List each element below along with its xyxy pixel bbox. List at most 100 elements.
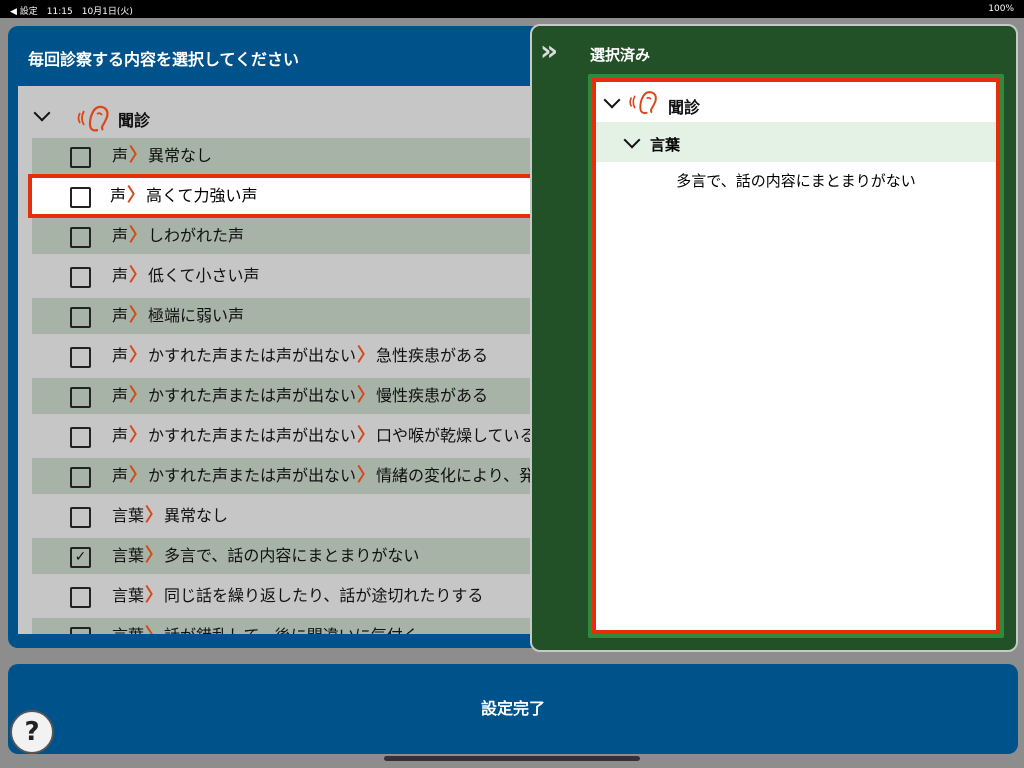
selected-group-header[interactable]: 聞診 [596,82,996,122]
selected-subgroup-header[interactable]: 言葉 [596,122,996,162]
list-item[interactable]: 声〉低くて小さい声 [32,258,570,294]
row-segment: 情緒の変化により、発生 [376,466,552,485]
list-item[interactable]: 声〉かすれた声または声が出ない〉情緒の変化により、発生 [32,458,570,494]
row-segment: かすれた声または声が出ない [148,466,357,485]
row-segment: 声 [110,186,127,205]
list-item[interactable]: ✓ 言葉〉多言で、話の内容にまとまりがない [32,538,570,574]
highlighted-row[interactable]: 声〉高くて力強い声 [28,174,552,218]
status-bar-left: ◀ 設定 11:15 10月1日(火) [10,7,133,17]
checkbox[interactable] [70,227,91,248]
row-label: 言葉〉異常なし [112,506,228,526]
row-label: 声〉異常なし [112,146,212,166]
row-segment: しわがれた声 [148,226,245,245]
row-segment: かすれた声または声が出ない [148,386,357,405]
row-segment: 異常なし [148,146,213,165]
chevron-right-icon: 〉 [129,345,148,366]
row-label: 言葉〉多言で、話の内容にまとまりがない [112,546,419,566]
checkbox[interactable] [70,627,91,634]
row-segment: 高くて力強い声 [146,186,258,205]
row-segment: かすれた声または声が出ない [148,426,357,445]
row-label: 声〉かすれた声または声が出ない〉口や喉が乾燥している [112,426,536,446]
selected-subgroup-title: 言葉 [650,136,681,154]
list-item[interactable]: 言葉〉同じ話を繰り返したり、話が途切れたりする [32,578,570,614]
list-item[interactable]: 声〉かすれた声または声が出ない〉急性疾患がある [32,338,570,374]
row-segment: 言葉 [112,546,145,565]
row-segment: 言葉 [112,626,144,634]
checkbox[interactable] [70,507,91,528]
chevron-right-icon: 〉 [357,465,376,486]
chevron-right-icon: 〉 [129,265,148,286]
chevron-down-icon [623,131,641,149]
checkbox[interactable] [70,467,91,488]
row-segment: 声 [112,426,129,445]
list-item[interactable]: 声〉かすれた声または声が出ない〉口や喉が乾燥している [32,418,570,454]
row-label: 声〉かすれた声または声が出ない〉情緒の変化により、発生 [112,466,551,486]
chevron-right-icon: 〉 [145,505,164,526]
row-label: 言葉〉話が錯乱して、後に間違いに気付く [112,625,419,635]
row-segment: 声 [112,466,129,485]
row-segment: 声 [112,226,129,245]
chevron-right-icon: 〉 [357,385,376,406]
chevron-right-icon: 〉 [357,345,376,366]
options-list[interactable]: 聞診 声〉異常なし声〉高くて力強い声声〉しわがれた声声〉低くて小さい声声〉極端に… [18,86,570,634]
row-segment: 多言で、話の内容にまとまりがない [164,546,420,565]
selected-title: 選択済み [590,46,651,64]
chevron-right-icon: 〉 [145,585,164,606]
list-item[interactable]: 言葉〉話が錯乱して、後に間違いに気付く [32,618,570,634]
list-item[interactable]: 声〉異常なし [32,138,570,174]
group-header-bunshin[interactable]: 聞診 [18,100,570,136]
chevron-right-icon: 〉 [145,545,164,566]
chevron-right-icon: 〉 [145,625,163,635]
row-label: 声〉かすれた声または声が出ない〉慢性疾患がある [112,386,488,406]
done-button[interactable]: 設定完了 [8,664,1018,754]
home-indicator [384,756,640,761]
list-item[interactable]: 声〉かすれた声または声が出ない〉慢性疾患がある [32,378,570,414]
panel-title: 毎回診察する内容を選択してください [28,50,300,69]
list-item[interactable]: 言葉〉異常なし [32,498,570,534]
row-label: 声〉極端に弱い声 [112,306,244,326]
row-segment: 言葉 [112,506,145,525]
list-item[interactable]: 声〉極端に弱い声 [32,298,570,334]
status-bar-battery: 100% [988,4,1014,14]
row-segment: 同じ話を繰り返したり、話が途切れたりする [164,586,484,605]
row-segment: 声 [112,266,129,285]
ear-icon [76,100,110,140]
checkbox-checked[interactable]: ✓ [70,547,91,568]
row-segment: 話が錯乱して、後に間違いに気付く [164,626,419,634]
row-segment: 異常なし [164,506,229,525]
row-segment: 言葉 [112,586,145,605]
row-segment: 声 [112,306,129,325]
chevron-down-icon [603,91,621,109]
chevron-down-icon [33,104,51,122]
checkbox[interactable] [70,427,91,448]
row-segment: 低くて小さい声 [148,266,260,285]
list-item[interactable]: 声〉しわがれた声 [32,218,570,254]
row-label: 声〉かすれた声または声が出ない〉急性疾患がある [112,346,488,366]
row-segment: 声 [112,346,129,365]
checkbox[interactable] [70,347,91,368]
group-title: 聞診 [118,111,151,130]
chevron-right-icon: 〉 [129,385,148,406]
row-label: 声〉低くて小さい声 [112,266,260,286]
chevron-right-icon: 〉 [129,425,148,446]
checkbox[interactable] [70,267,91,288]
row-segment: 声 [112,146,129,165]
double-chevron-right-icon[interactable]: » [540,37,570,66]
checkbox[interactable] [70,587,91,608]
checkbox[interactable] [70,187,91,208]
row-segment: かすれた声または声が出ない [148,346,357,365]
row-segment: 口や喉が乾燥している [376,426,536,445]
selected-panel: » 選択済み 聞診 言葉 多言で、話の内容にまとまりがない [530,24,1018,652]
checkbox[interactable] [70,147,91,168]
row-segment: 慢性疾患がある [376,386,489,405]
row-segment: 急性疾患がある [376,346,489,365]
selected-group-title: 聞診 [668,98,701,117]
row-label: 声〉しわがれた声 [112,226,244,246]
checkbox[interactable] [70,387,91,408]
selected-item[interactable]: 多言で、話の内容にまとまりがない [596,170,996,191]
checkbox[interactable] [70,307,91,328]
status-bar: ◀ 設定 11:15 10月1日(火) 100% [0,0,1024,18]
selected-list: 聞診 言葉 多言で、話の内容にまとまりがない [592,78,1000,634]
ear-icon [626,86,660,122]
help-button[interactable]: ? [10,710,54,754]
